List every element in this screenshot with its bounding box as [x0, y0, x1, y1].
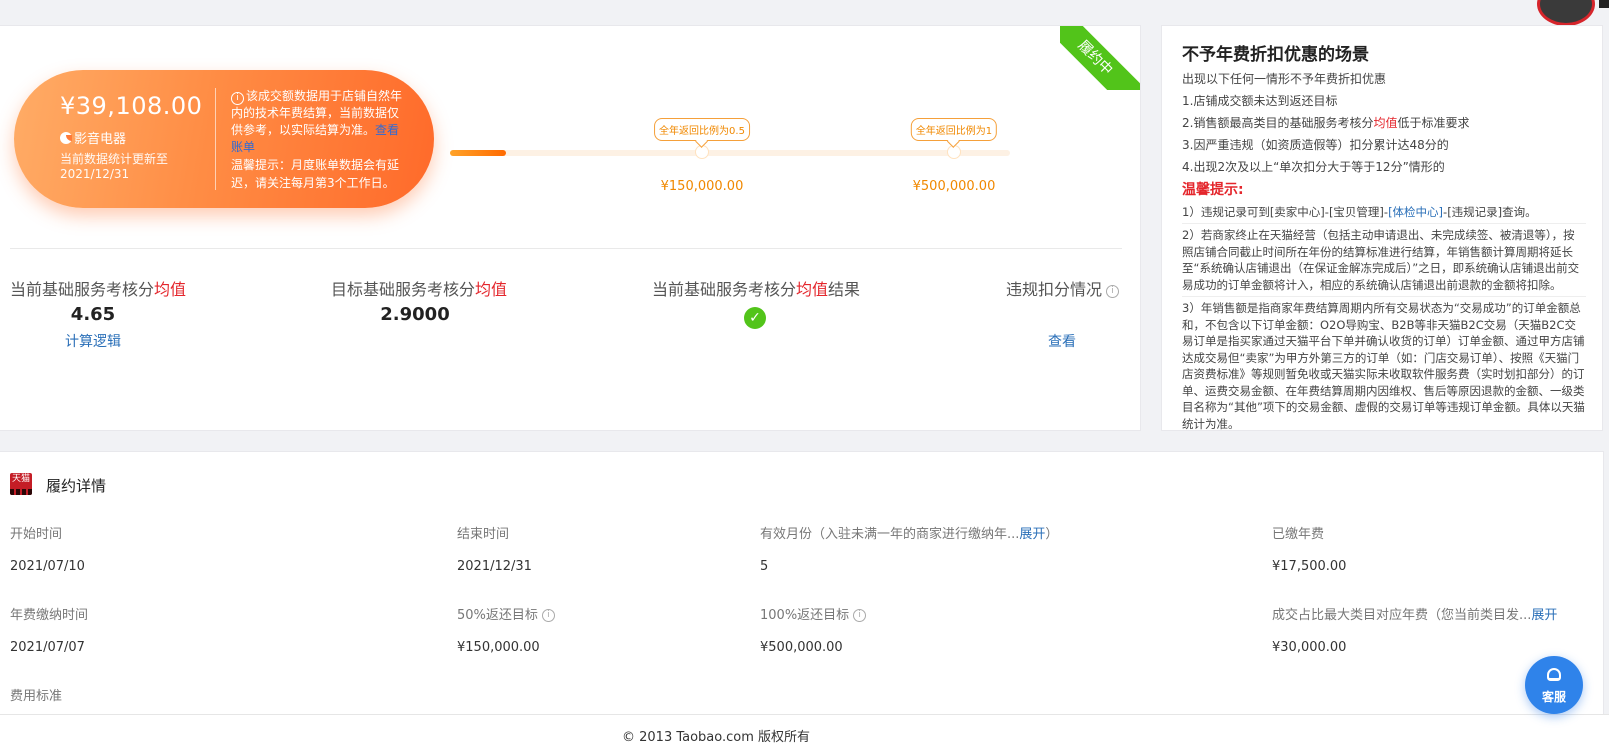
target-100-label: 100%返还目标 i [760, 604, 867, 623]
update-caption: 当前数据统计更新至 [60, 152, 169, 166]
start-time-label: 开始时间 [10, 527, 63, 542]
tip-para-2: 2）若商家终止在天猫经营（包括主动申请退出、未完成续签、被清退等），按照店铺合同… [1182, 228, 1580, 292]
sales-amount-pill: ¥39,108.00 影音电器 当前数据统计更新至 2021/12/31 i 该成… [14, 70, 434, 208]
rules-title: 不予年费折扣优惠的场景 [1182, 45, 1369, 65]
shop-name: 影音电器 [60, 128, 126, 147]
tip-divider [1182, 223, 1586, 224]
valid-months-label: 有效月份（入驻未满一年的商家进行缴纳年...展开） [760, 527, 1059, 542]
rule-item-3: 3.因严重违规（如资质造假等）扣分累计达48分的 [1182, 138, 1449, 152]
corner-widget [1599, 0, 1609, 8]
check-icon: ✓ [744, 307, 766, 329]
tip-para-3: 3）年销售额是指商家年费结算周期内所有交易状态为“交易成功”的订单金额总和，不包… [1182, 301, 1585, 431]
current-score-value: 4.65 [70, 304, 116, 325]
pay-time-label: 年费缴纳时间 [10, 608, 89, 623]
calc-logic-link[interactable]: 计算逻辑 [65, 331, 121, 351]
rule-item-1: 1.店铺成交额未达到返还目标 [1182, 94, 1338, 108]
rule-item-2: 2.销售额最高类目的基础服务考核分均值低于标准要求 [1182, 116, 1470, 130]
max-category-fee-value: ¥30,000.00 [1272, 640, 1347, 655]
health-center-link[interactable]: [体检中心] [1388, 205, 1443, 219]
target-value-50: ¥150,000.00 [660, 179, 744, 194]
info-icon[interactable]: i [853, 609, 867, 622]
tmall-logo-icon: 天猫 [10, 473, 32, 495]
fulfillment-detail-card: 天猫 履约详情 开始时间 2021/07/10 结束时间 2021/12/31 … [0, 451, 1604, 715]
paid-fee-label: 已缴年费 [1272, 527, 1325, 542]
pay-time-value: 2021/07/07 [10, 640, 85, 655]
valid-months-value: 5 [760, 559, 769, 574]
tip-para-1: 1）违规记录可到[卖家中心]-[宝贝管理]-[体检中心]-[违规记录]查询。 [1182, 205, 1537, 219]
status-ribbon: 履约中 [1060, 26, 1140, 90]
target-score-label: 目标基础服务考核分均值 [331, 280, 508, 299]
fee-standard-label: 费用标准 [10, 689, 63, 704]
pill-divider [215, 88, 216, 190]
violation-view-link[interactable]: 查看 [1048, 331, 1076, 351]
info-icon[interactable]: i [1106, 285, 1120, 298]
target-value-100: ¥500,000.00 [912, 179, 996, 194]
warm-tip-title: 温馨提示: [1182, 182, 1244, 198]
section-divider [10, 248, 1122, 249]
paid-fee-value: ¥17,500.00 [1272, 559, 1347, 574]
shop-name-label: 影音电器 [74, 132, 127, 147]
status-ribbon-label: 履约中 [1060, 26, 1140, 90]
refund-ratio-bubble-50: 全年返回比例为0.5 [654, 118, 750, 141]
start-time-value: 2021/07/10 [10, 559, 85, 574]
update-date: 2021/12/31 [60, 167, 130, 181]
headset-icon [1547, 668, 1561, 681]
copyright-text: © 2013 Taobao.com 版权所有 [622, 730, 811, 745]
page-footer: © 2013 Taobao.com 版权所有 [0, 714, 1609, 755]
end-time-value: 2021/12/31 [457, 559, 532, 574]
delay-tip: 温馨提示：月度账单数据会有延迟，请关注每月第3个工作日。 [231, 158, 400, 190]
current-score-label: 当前基础服务考核分均值 [10, 280, 187, 299]
max-category-fee-label: 成交占比最大类目对应年费（您当前类目发...展开 [1272, 608, 1558, 623]
customer-service-button[interactable]: 客服 [1525, 656, 1583, 714]
target-50-value: ¥150,000.00 [457, 640, 540, 655]
info-icon[interactable]: i [541, 609, 555, 622]
sales-amount: ¥39,108.00 [60, 92, 203, 120]
target-50-label: 50%返还目标 i [457, 604, 555, 623]
data-note: i 该成交额数据用于店铺自然年内的技术年费结算，当前数据仅供参考，以实际结算为准。… [231, 88, 407, 156]
rule-item-4: 4.出现2次及以上“单次扣分大于等于12分”情形的 [1182, 160, 1445, 174]
detail-title: 履约详情 [46, 477, 107, 495]
user-avatar[interactable] [1537, 0, 1595, 26]
customer-service-label: 客服 [1541, 690, 1566, 704]
violation-label: 违规扣分情况 i [1006, 276, 1120, 300]
target-score-value: 2.9000 [380, 304, 450, 325]
expand-link[interactable]: 展开 [1531, 608, 1557, 623]
end-time-label: 结束时间 [457, 527, 510, 542]
expand-link[interactable]: 展开 [1019, 527, 1045, 542]
shop-logo-icon [60, 131, 72, 144]
target-100-value: ¥500,000.00 [760, 640, 843, 655]
info-icon: i [231, 92, 244, 105]
refund-ratio-bubble-100: 全年返回比例为1 [910, 118, 998, 141]
no-discount-rules-card: 不予年费折扣优惠的场景 出现以下任何一情形不予年费折扣优惠 1.店铺成交额未达到… [1161, 25, 1603, 431]
score-result-label: 当前基础服务考核分均值结果 [652, 280, 861, 299]
sales-progress-bar [450, 145, 1010, 159]
tip-divider [1182, 296, 1586, 297]
sales-progress-fill [450, 150, 506, 156]
fulfillment-summary-card: 履约中 ¥39,108.00 影音电器 当前数据统计更新至 2021/12/31… [0, 25, 1141, 431]
rules-subtitle: 出现以下任何一情形不予年费折扣优惠 [1182, 72, 1387, 86]
